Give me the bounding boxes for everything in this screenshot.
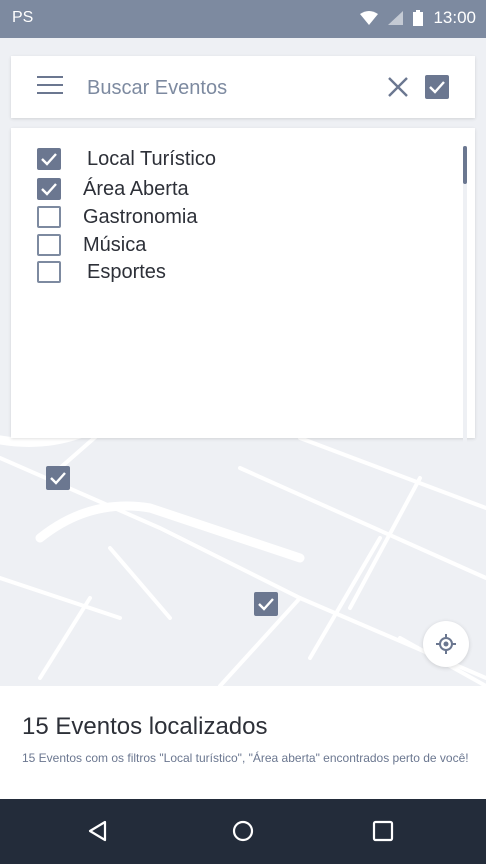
my-location-button[interactable] — [423, 621, 469, 667]
filter-item-local-turistico[interactable]: Local Turístico — [37, 146, 216, 172]
filter-label: Esportes — [87, 260, 166, 283]
scrollbar-thumb[interactable] — [463, 146, 467, 184]
filter-item-area-aberta[interactable]: Área Aberta — [37, 176, 189, 202]
results-sheet[interactable]: 15 Eventos localizados 15 Eventos com os… — [0, 686, 486, 799]
recents-square-icon[interactable] — [371, 819, 395, 843]
checkbox-unchecked[interactable] — [37, 261, 61, 283]
battery-icon — [413, 10, 424, 26]
map-event-marker[interactable] — [46, 466, 70, 490]
wifi-icon — [360, 11, 379, 25]
confirm-filter-button[interactable] — [425, 75, 449, 99]
checkbox-checked[interactable] — [37, 178, 61, 200]
signal-icon — [388, 11, 404, 25]
filter-label: Música — [83, 233, 147, 256]
status-bar: PS 13:00 — [0, 0, 486, 38]
close-icon[interactable] — [385, 74, 411, 100]
hamburger-menu-icon[interactable] — [37, 76, 63, 96]
filter-item-gastronomia[interactable]: Gastronomia — [37, 204, 198, 230]
checkbox-unchecked[interactable] — [37, 234, 61, 256]
check-icon — [41, 153, 57, 166]
check-icon — [50, 472, 66, 485]
checkbox-unchecked[interactable] — [37, 206, 61, 228]
clock: 13:00 — [433, 8, 476, 27]
filter-label: Gastronomia — [83, 205, 198, 228]
results-description: 15 Eventos com os filtros "Local turísti… — [22, 751, 469, 765]
filter-item-musica[interactable]: Música — [37, 232, 146, 258]
home-circle-icon[interactable] — [231, 819, 255, 843]
results-title: 15 Eventos localizados — [22, 713, 268, 740]
carrier-label: PS — [12, 9, 34, 26]
filter-item-esportes[interactable]: Esportes — [37, 259, 166, 285]
system-nav-bar — [0, 799, 486, 864]
scrollbar-track[interactable] — [463, 146, 467, 446]
filter-label: Local Turístico — [87, 147, 216, 170]
map-event-marker[interactable] — [254, 592, 278, 616]
filter-label: Área Aberta — [83, 177, 189, 200]
my-location-icon — [436, 634, 456, 654]
check-icon — [258, 598, 274, 611]
check-icon — [429, 81, 445, 94]
checkbox-checked[interactable] — [37, 148, 61, 170]
search-input[interactable] — [85, 68, 369, 108]
back-triangle-icon[interactable] — [86, 819, 110, 843]
search-bar — [11, 56, 475, 118]
status-icons: 13:00 — [360, 8, 476, 28]
filter-panel: Local Turístico Área Aberta Gastronomia … — [11, 128, 475, 446]
check-icon — [41, 183, 57, 196]
